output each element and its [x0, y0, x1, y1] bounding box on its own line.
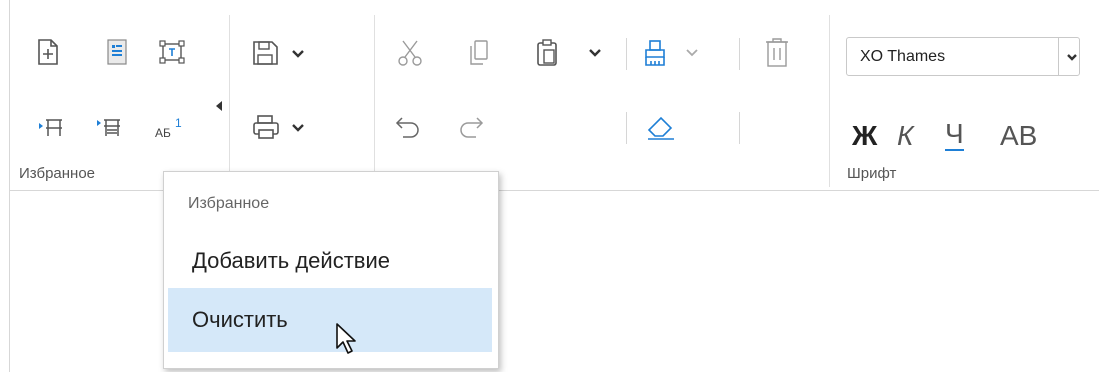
insert-row-above-icon[interactable] [38, 114, 64, 142]
font-name-select[interactable]: XO Thames [846, 37, 1080, 76]
undo-icon[interactable] [393, 112, 423, 142]
eraser-icon[interactable] [644, 111, 678, 143]
underline-button[interactable]: Ч [945, 120, 964, 151]
document-outline-icon[interactable] [106, 36, 128, 68]
bold-button[interactable]: Ж [852, 120, 877, 152]
chevron-down-icon[interactable] [1058, 38, 1079, 75]
group-separator [374, 15, 375, 187]
svg-text:АБ: АБ [155, 126, 171, 140]
print-icon[interactable] [249, 111, 309, 143]
delete-icon[interactable] [763, 36, 791, 70]
overflow-arrow-icon[interactable] [214, 100, 224, 112]
paste-icon[interactable] [533, 37, 603, 69]
new-document-icon[interactable] [36, 36, 60, 68]
separator [626, 112, 627, 144]
superscript-icon[interactable]: АБ 1 [152, 110, 192, 144]
text-box-icon[interactable] [159, 38, 185, 66]
menu-item-add-action[interactable]: Добавить действие [168, 229, 492, 293]
group-separator [229, 15, 230, 187]
caps-button[interactable]: АВ [1000, 120, 1037, 152]
separator [739, 38, 740, 70]
insert-row-below-icon[interactable] [95, 114, 123, 142]
separator [739, 112, 740, 144]
separator [626, 38, 627, 70]
italic-button[interactable]: К [897, 120, 914, 152]
redo-icon[interactable] [456, 112, 486, 142]
group-separator [829, 15, 830, 187]
group-label-font: Шрифт [847, 165, 897, 182]
save-icon[interactable] [249, 37, 309, 69]
menu-item-clear[interactable]: Очистить [168, 288, 492, 352]
cut-icon[interactable] [396, 38, 424, 68]
group-label-favorites: Избранное [19, 165, 96, 182]
svg-text:1: 1 [175, 116, 182, 130]
context-menu: Избранное Добавить действие Очистить [163, 171, 499, 369]
font-name-value: XO Thames [860, 47, 946, 65]
menu-header: Избранное [188, 195, 270, 212]
copy-icon[interactable] [468, 38, 490, 68]
format-painter-icon[interactable] [642, 37, 704, 69]
mouse-cursor-icon [334, 322, 362, 363]
